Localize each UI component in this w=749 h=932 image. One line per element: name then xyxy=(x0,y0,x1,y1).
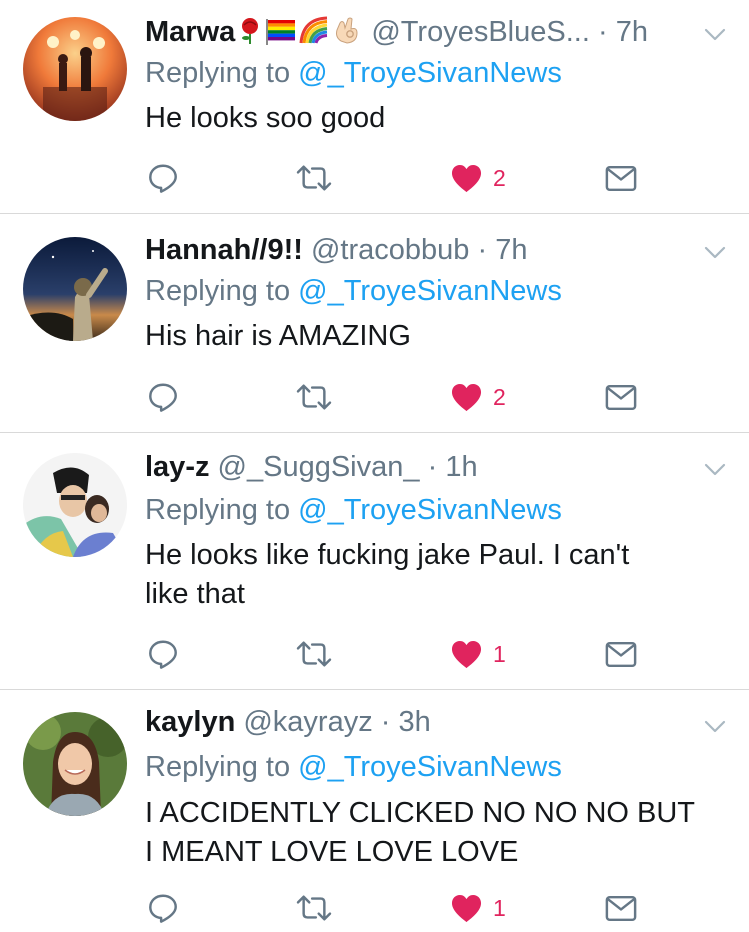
like-button[interactable]: 2 xyxy=(450,158,506,198)
user-handle[interactable]: @_SuggSivan_ xyxy=(218,451,420,483)
display-name[interactable]: kaylyn xyxy=(145,706,235,738)
replying-to-label: Replying to xyxy=(145,57,291,89)
retweet-icon xyxy=(295,162,333,194)
dm-icon xyxy=(605,641,637,668)
retweet-button[interactable] xyxy=(295,377,333,417)
timestamp[interactable]: 7h xyxy=(616,16,648,48)
like-button[interactable]: 1 xyxy=(450,888,506,928)
tweet-text-line: He looks like fucking jake Paul. I can't xyxy=(145,539,630,571)
like-count: 2 xyxy=(493,383,506,410)
dm-icon xyxy=(605,384,637,411)
separator-dot: · xyxy=(477,234,488,266)
like-button[interactable]: 2 xyxy=(450,377,506,417)
dm-button[interactable] xyxy=(605,888,637,928)
dm-button[interactable] xyxy=(605,634,637,674)
replying-to-label: Replying to xyxy=(145,275,291,307)
retweet-icon xyxy=(295,892,333,924)
tweet-header: Marwa @TroyesBlueS... · 7h xyxy=(145,12,699,52)
separator-dot: · xyxy=(427,451,438,483)
reply-button[interactable] xyxy=(147,158,179,198)
tweet-actions: 2 xyxy=(145,377,749,417)
chevron-down-icon[interactable] xyxy=(703,22,727,46)
reply-button[interactable] xyxy=(147,377,179,417)
tweet-header: lay-z @_SuggSivan_ · 1h xyxy=(145,447,699,487)
like-button[interactable]: 1 xyxy=(450,634,506,674)
replying-to-label: Replying to xyxy=(145,494,291,526)
tweet[interactable]: Hannah//9!! @tracobbub · 7h Replying to … xyxy=(0,214,749,433)
tweet-header: Hannah//9!! @tracobbub · 7h xyxy=(145,230,699,270)
mention-link[interactable]: @_TroyeSivanNews xyxy=(298,494,562,526)
rainbow-flag-emoji xyxy=(266,19,296,45)
retweet-button[interactable] xyxy=(295,634,333,674)
tweet[interactable]: lay-z @_SuggSivan_ · 1h Replying to @_Tr… xyxy=(0,433,749,690)
avatar[interactable] xyxy=(23,17,127,121)
tweet-text: I ACCIDENTLY CLICKED NO NO NO BUT I MEAN… xyxy=(145,794,719,872)
retweet-icon xyxy=(295,638,333,670)
user-handle[interactable]: @TroyesBlueS... xyxy=(371,16,590,48)
reply-button[interactable] xyxy=(147,888,179,928)
replying-to: Replying to @_TroyeSivanNews xyxy=(145,748,562,786)
tweet-actions: 2 xyxy=(145,158,749,198)
reply-icon xyxy=(147,638,179,670)
mention-link[interactable]: @_TroyeSivanNews xyxy=(298,57,562,89)
ok-hand-emoji xyxy=(336,17,358,44)
tweet-actions: 1 xyxy=(145,888,749,928)
like-count: 1 xyxy=(493,894,506,921)
tweet-text-line: like that xyxy=(145,578,245,610)
avatar[interactable] xyxy=(23,453,127,557)
mention-link[interactable]: @_TroyeSivanNews xyxy=(298,751,562,783)
avatar[interactable] xyxy=(23,712,127,816)
dm-button[interactable] xyxy=(605,377,637,417)
rainbow-emoji xyxy=(299,16,328,44)
tweet-text-line: I ACCIDENTLY CLICKED NO NO NO BUT xyxy=(145,797,696,829)
timestamp[interactable]: 1h xyxy=(445,451,477,483)
mention-link[interactable]: @_TroyeSivanNews xyxy=(298,275,562,307)
retweet-button[interactable] xyxy=(295,888,333,928)
reply-icon xyxy=(147,162,179,194)
heart-icon xyxy=(450,163,483,194)
retweet-icon xyxy=(295,381,333,413)
reply-icon xyxy=(147,892,179,924)
tweet-text-line: I MEANT LOVE LOVE LOVE xyxy=(145,836,519,868)
dm-button[interactable] xyxy=(605,158,637,198)
heart-icon xyxy=(450,382,483,413)
user-handle[interactable]: @tracobbub xyxy=(311,234,469,266)
tweet[interactable]: kaylyn @kayrayz · 3h Replying to @_Troye… xyxy=(0,690,749,932)
tweet-text: He looks soo good xyxy=(145,102,386,134)
display-name[interactable]: Marwa xyxy=(145,16,235,48)
chevron-down-icon[interactable] xyxy=(703,457,727,481)
tweet[interactable]: Marwa @TroyesBlueS... · 7h Replying to @… xyxy=(0,0,749,214)
replying-to: Replying to @_TroyeSivanNews xyxy=(145,491,562,529)
user-handle[interactable]: @kayrayz xyxy=(243,706,372,738)
chevron-down-icon[interactable] xyxy=(703,240,727,264)
like-count: 2 xyxy=(493,164,506,191)
separator-dot: · xyxy=(597,16,608,48)
dm-icon xyxy=(605,165,637,192)
rose-emoji xyxy=(242,18,259,44)
display-name[interactable]: Hannah//9!! xyxy=(145,234,303,266)
reply-button[interactable] xyxy=(147,634,179,674)
reply-icon xyxy=(147,381,179,413)
like-count: 1 xyxy=(493,640,506,667)
replying-to-label: Replying to xyxy=(145,751,291,783)
timestamp[interactable]: 3h xyxy=(399,706,431,738)
tweet-text: He looks like fucking jake Paul. I can't… xyxy=(145,536,719,614)
separator-dot: · xyxy=(380,706,391,738)
tweet-header: kaylyn @kayrayz · 3h xyxy=(145,702,699,742)
display-name[interactable]: lay-z xyxy=(145,451,209,483)
name-emojis xyxy=(235,15,363,52)
replying-to: Replying to @_TroyeSivanNews xyxy=(145,272,562,310)
tweet-actions: 1 xyxy=(145,634,749,674)
chevron-down-icon[interactable] xyxy=(703,714,727,738)
dm-icon xyxy=(605,895,637,922)
heart-icon xyxy=(450,893,483,924)
tweet-text: His hair is AMAZING xyxy=(145,320,411,352)
heart-icon xyxy=(450,639,483,670)
timestamp[interactable]: 7h xyxy=(495,234,527,266)
replying-to: Replying to @_TroyeSivanNews xyxy=(145,54,562,92)
avatar[interactable] xyxy=(23,237,127,341)
retweet-button[interactable] xyxy=(295,158,333,198)
